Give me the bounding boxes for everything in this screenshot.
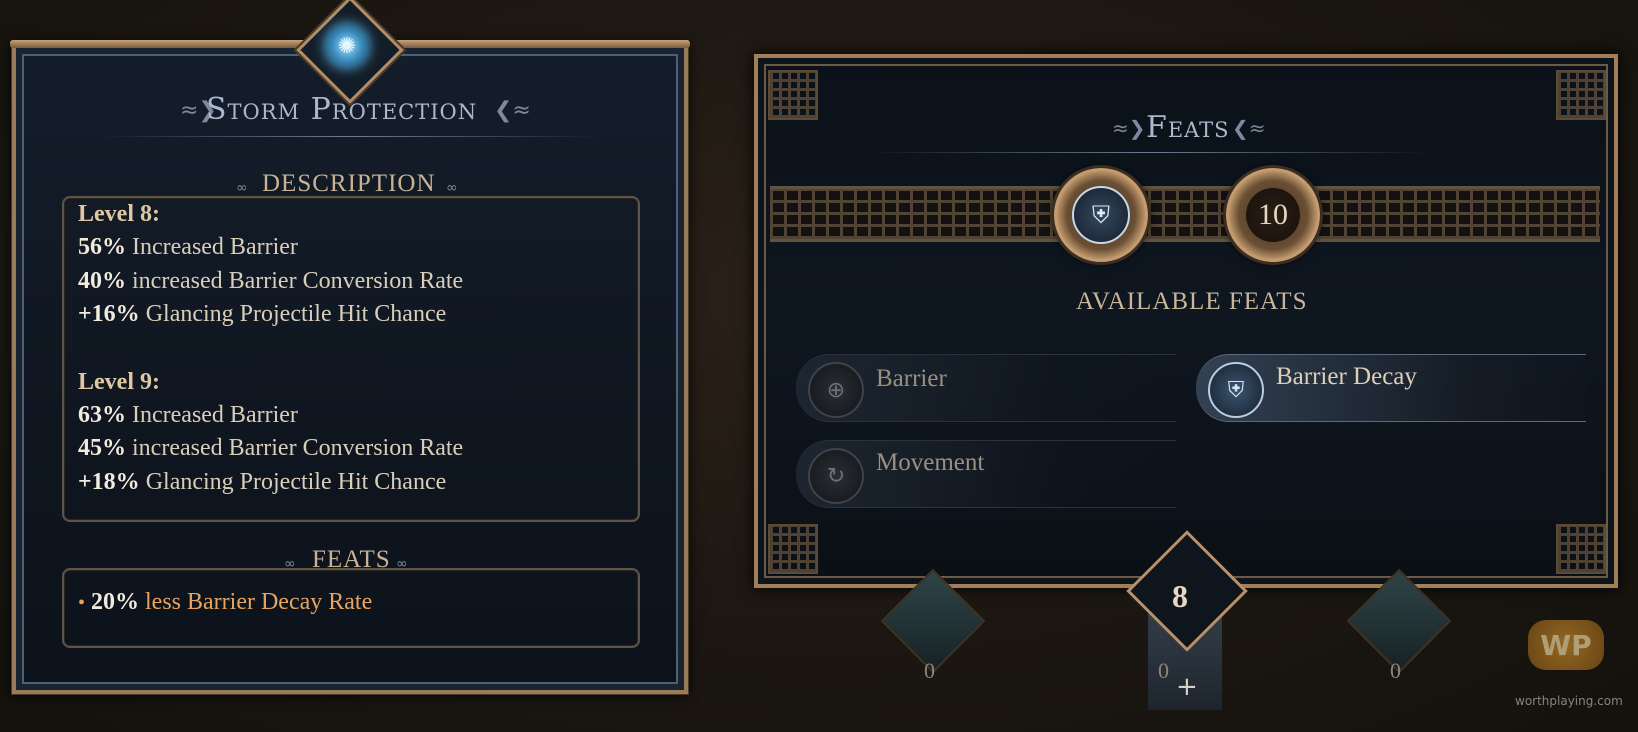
stat-line: 56% Increased Barrier: [78, 234, 298, 260]
corner-ornament-icon: [1556, 70, 1606, 120]
desc-flourish-left-icon: ∞: [236, 180, 248, 196]
available-feats-label: AVAILABLE FEATS: [1076, 288, 1308, 315]
stat-line: +16% Glancing Projectile Hit Chance: [78, 301, 447, 327]
description-label: DESCRIPTION: [262, 170, 436, 197]
corner-ornament-icon: [768, 524, 818, 574]
feat-bonus-line: • 20% less Barrier Decay Rate: [78, 589, 373, 615]
feats-title-divider: [870, 152, 1430, 153]
corner-ornament-icon: [1556, 524, 1606, 574]
feat-name: Barrier: [876, 365, 947, 392]
description-text: Level 8: 56% Increased Barrier 40% incre…: [78, 198, 463, 499]
feat-option-barrier-decay[interactable]: ⛨ Barrier Decay: [1196, 354, 1586, 422]
skill-level: 8: [1172, 578, 1188, 614]
selected-feat-medallion[interactable]: ⛨: [1054, 168, 1148, 262]
stat-line: 63% Increased Barrier: [78, 401, 298, 428]
corner-ornament-icon: [768, 70, 818, 120]
barrier-decay-icon: ⛨: [1072, 186, 1130, 244]
stat-line: +18% Glancing Projectile Hit Chance: [78, 468, 447, 495]
skill-title: Storm Protection: [206, 92, 478, 127]
feat-points: 10: [1246, 188, 1300, 242]
level-8-label: Level 8:: [78, 201, 160, 227]
feat-name: Movement: [876, 449, 985, 476]
feat-option-barrier[interactable]: ⊕ Barrier: [796, 354, 1176, 422]
watermark-text: worthplaying.com: [1515, 694, 1623, 708]
add-point-button[interactable]: +: [1176, 672, 1198, 702]
skill-slot-counter: 0: [1390, 658, 1401, 683]
feat-name: Barrier Decay: [1276, 363, 1417, 390]
feat-points-medallion: 10: [1226, 168, 1320, 262]
worthplaying-logo: WP: [1528, 620, 1604, 670]
bullet-icon: •: [78, 592, 86, 614]
movement-icon: ↻: [808, 448, 864, 504]
feats-title-flourish-left-icon: ≈❯: [1112, 116, 1146, 140]
feats-title-flourish-right-icon: ❮≈: [1232, 116, 1266, 140]
desc-flourish-right-icon: ∞: [446, 180, 458, 196]
feat-option-movement[interactable]: ↻ Movement: [796, 440, 1176, 508]
skill-slot-counter: 0: [924, 658, 935, 683]
title-divider: [100, 136, 600, 137]
skill-slot-counter: 0: [1158, 658, 1169, 683]
title-flourish-right-icon: ❮≈: [494, 98, 531, 123]
feats-title: Feats: [1146, 110, 1230, 145]
storm-rune-icon: ✺: [325, 24, 369, 68]
stat-line: 45% increased Barrier Conversion Rate: [78, 435, 464, 461]
stat-line: 40% increased Barrier Conversion Rate: [78, 267, 464, 294]
barrier-icon: ⊕: [808, 362, 864, 418]
greek-key-band: [770, 186, 1600, 242]
level-9-label: Level 9:: [78, 368, 160, 395]
barrier-decay-icon: ⛨: [1208, 362, 1264, 418]
